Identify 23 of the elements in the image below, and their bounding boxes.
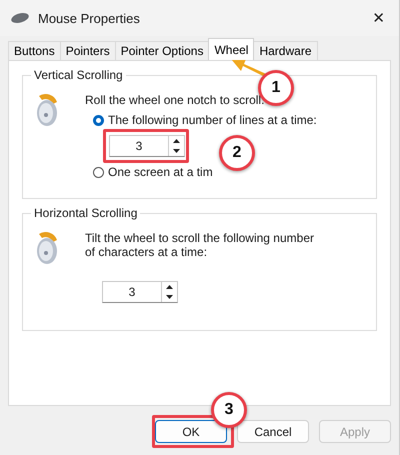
dialog-button[interactable]: Cancel: [237, 420, 309, 443]
tab[interactable]: Hardware: [253, 41, 318, 60]
tab[interactable]: Wheel: [208, 38, 254, 60]
group-title: Horizontal Scrolling: [31, 206, 140, 220]
up-arrow-icon[interactable]: [173, 139, 180, 143]
radio-button[interactable]: [93, 166, 104, 178]
dialog-button[interactable]: OK: [155, 420, 227, 443]
radio-label: One screen at a tim: [108, 165, 213, 179]
instruction-text: Tilt the wheel to scroll the following number of characters at a time:: [85, 231, 315, 259]
number-spinner[interactable]: 3: [102, 281, 178, 303]
window-title: Mouse Properties: [38, 10, 140, 26]
close-button[interactable]: ✕: [368, 9, 389, 27]
down-arrow-icon[interactable]: [166, 295, 173, 299]
mouse-icon: [10, 12, 30, 24]
tab[interactable]: Buttons: [8, 41, 61, 60]
number-spinner[interactable]: 3: [109, 135, 185, 157]
group-title: Vertical Scrolling: [31, 68, 126, 82]
down-arrow-icon[interactable]: [173, 149, 180, 153]
up-arrow-icon[interactable]: [166, 285, 173, 289]
step-badge: 2: [219, 135, 255, 171]
radio-label: The following number of lines at a time:: [108, 113, 317, 127]
radio-button[interactable]: [93, 114, 104, 126]
tab[interactable]: Pointer Options: [114, 41, 210, 60]
